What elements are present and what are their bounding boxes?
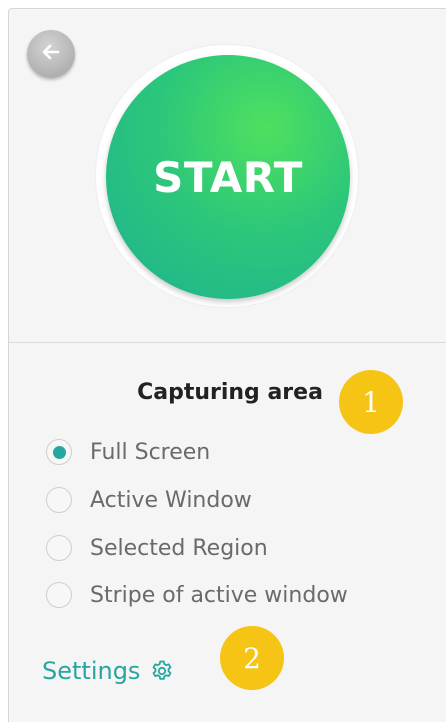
radio-label: Active Window <box>90 487 252 513</box>
section-divider <box>9 342 446 343</box>
radio-option-selected-region[interactable]: Selected Region <box>46 533 268 563</box>
annotation-badge-2: 2 <box>220 626 284 690</box>
radio-option-stripe-of-active-window[interactable]: Stripe of active window <box>46 580 348 610</box>
radio-button[interactable] <box>46 582 72 608</box>
settings-label: Settings <box>42 657 141 685</box>
start-button-label: START <box>153 152 303 202</box>
radio-option-active-window[interactable]: Active Window <box>46 485 252 515</box>
settings-link[interactable]: Settings <box>42 657 174 685</box>
radio-label: Selected Region <box>90 535 268 561</box>
annotation-badge-1: 1 <box>339 370 403 434</box>
back-button[interactable] <box>27 30 75 78</box>
radio-option-full-screen[interactable]: Full Screen <box>46 437 210 467</box>
radio-label: Stripe of active window <box>90 582 348 608</box>
radio-button[interactable] <box>46 535 72 561</box>
radio-button[interactable] <box>46 439 72 465</box>
radio-label: Full Screen <box>90 439 211 465</box>
gear-icon[interactable] <box>150 659 174 683</box>
radio-button[interactable] <box>46 487 72 513</box>
start-button[interactable]: START <box>106 55 350 299</box>
arrow-left-icon <box>38 39 64 70</box>
